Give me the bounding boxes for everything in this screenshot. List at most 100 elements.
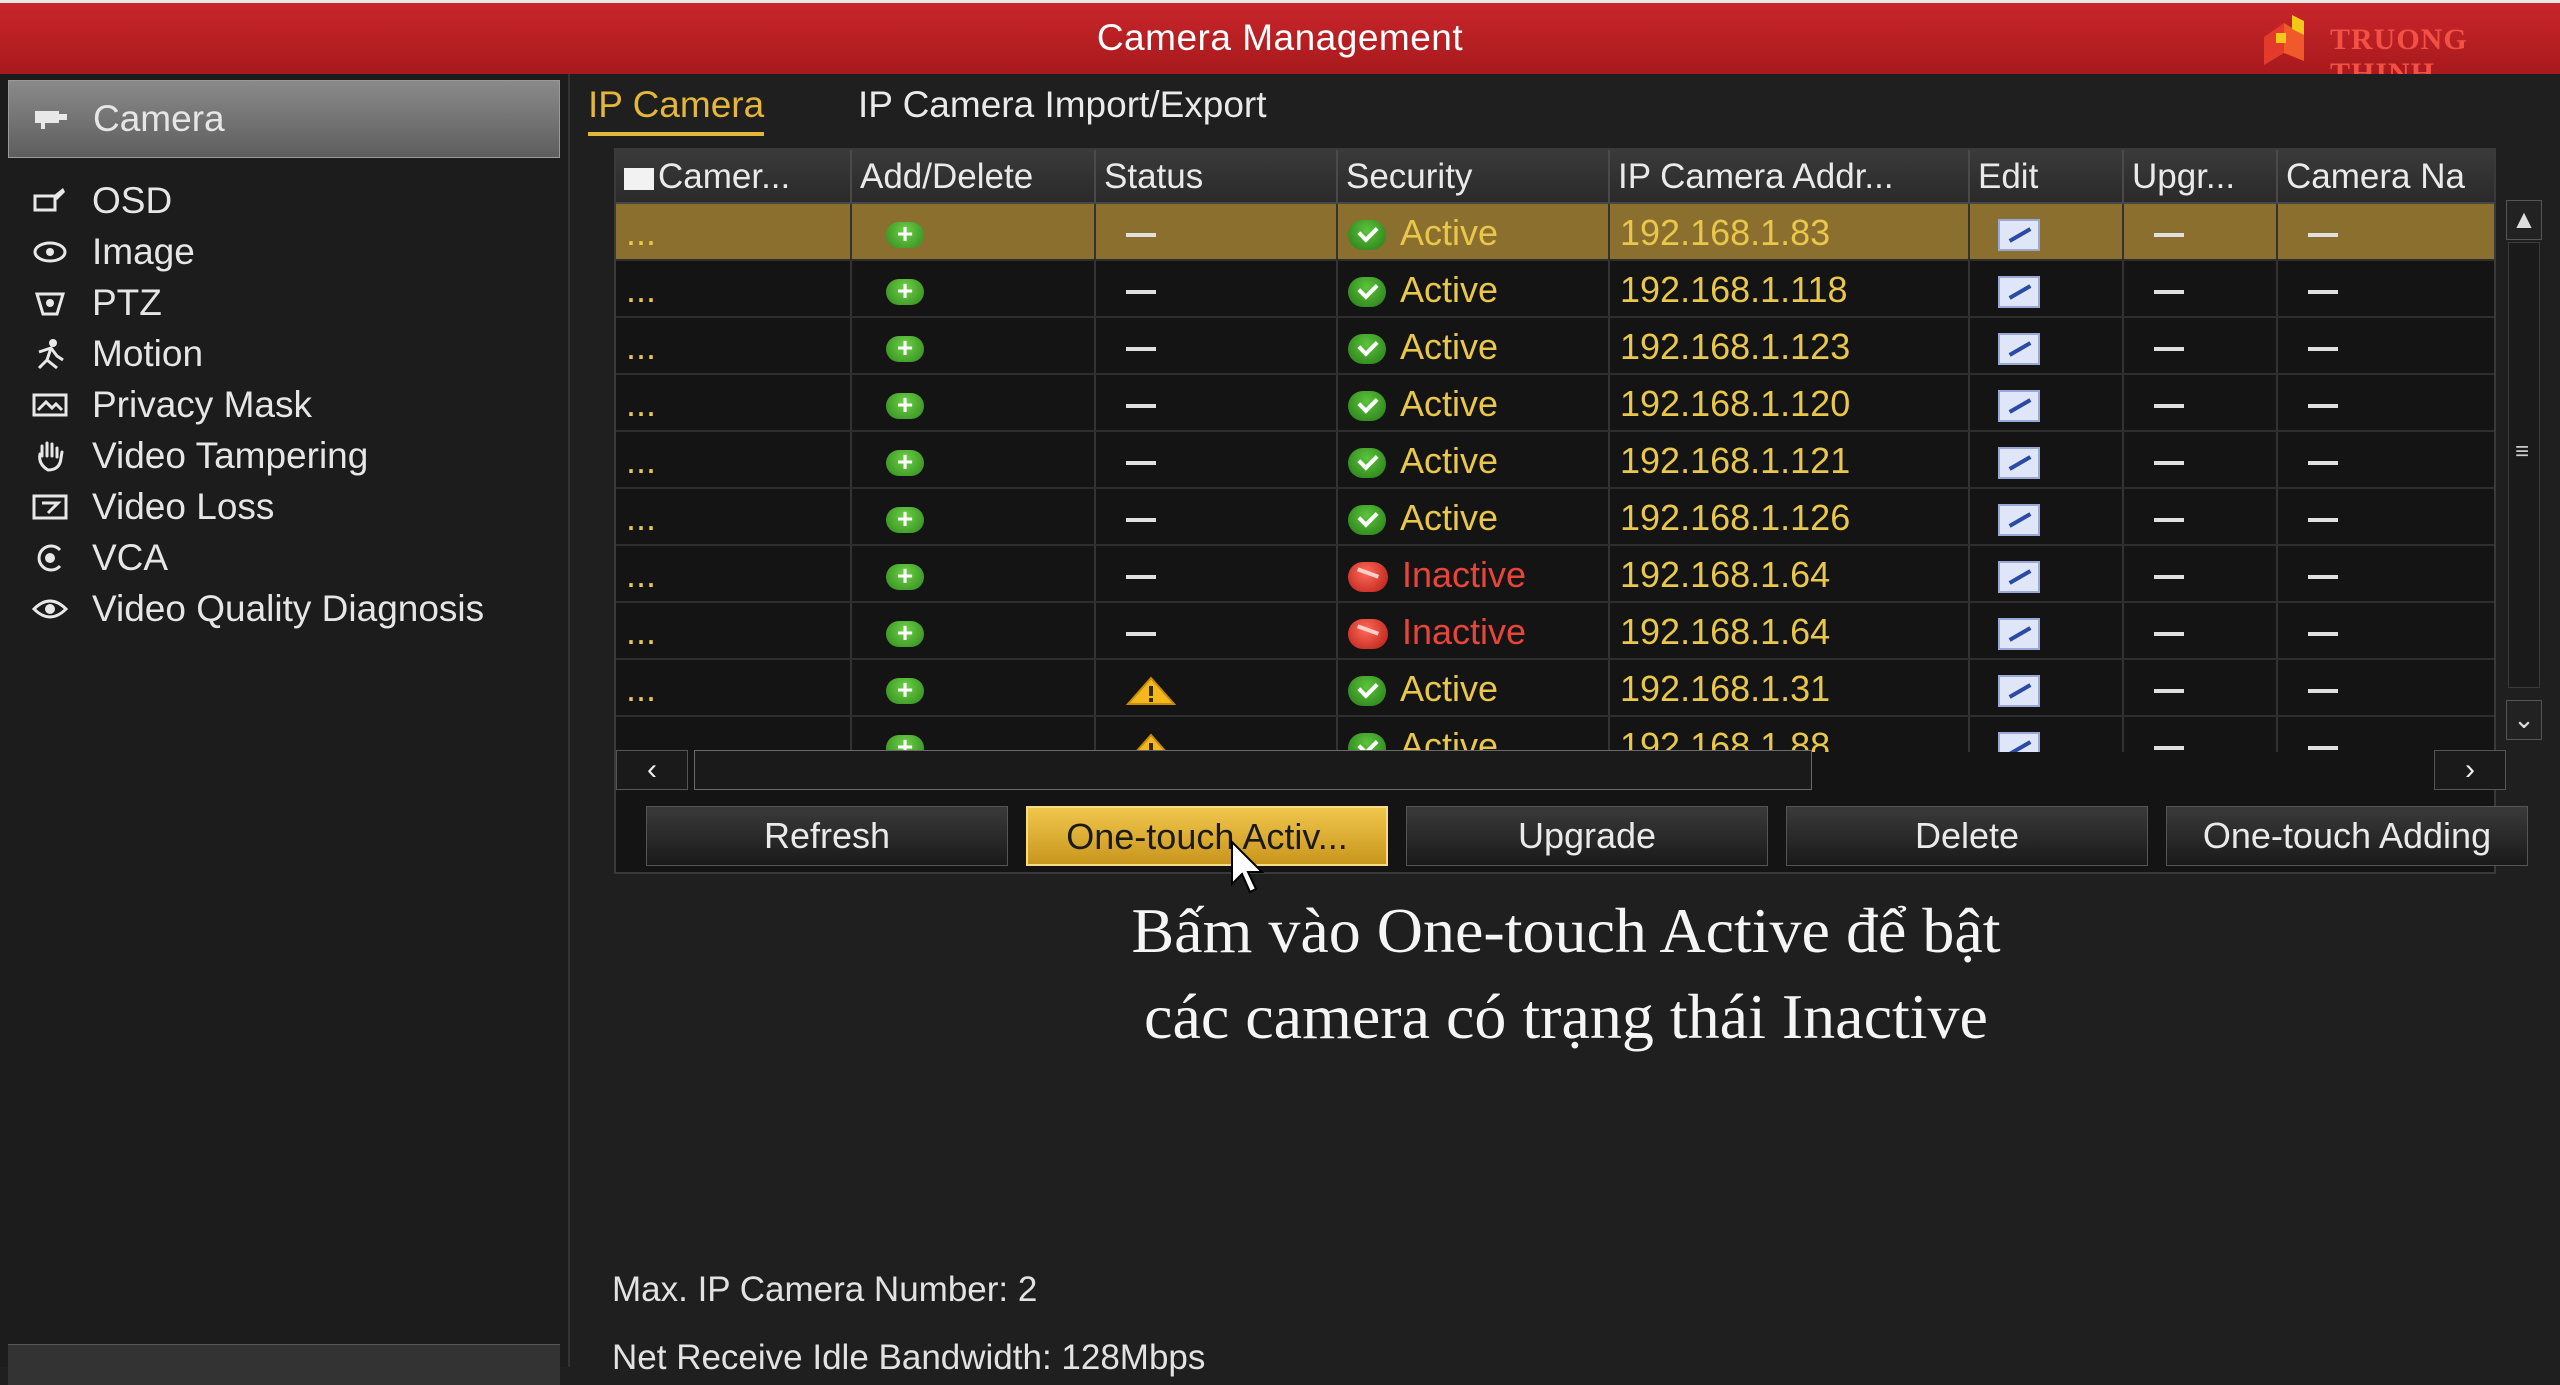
column-header-camera[interactable]: Camer... — [616, 150, 852, 202]
scroll-right-button[interactable]: › — [2434, 750, 2506, 790]
tab-ip-camera-import-export[interactable]: IP Camera Import/Export — [858, 84, 1267, 126]
table-row[interactable]: ... + Active 192.168.1.121 — [616, 432, 2494, 489]
camera-no-cell: ... — [616, 603, 852, 658]
camera-no-cell: ... — [616, 318, 852, 373]
status-cell — [1096, 603, 1338, 658]
edit-icon[interactable] — [1998, 390, 2040, 423]
add-icon[interactable]: + — [886, 220, 924, 249]
status-cell — [1096, 375, 1338, 430]
add-icon[interactable]: + — [886, 619, 924, 648]
security-cell: Inactive — [1338, 546, 1610, 601]
add-icon[interactable]: + — [886, 562, 924, 591]
mouse-pointer-icon — [1231, 840, 1265, 894]
table-row[interactable]: ... + Active 192.168.1.118 — [616, 261, 2494, 318]
column-header-upgrade[interactable]: Upgr... — [2124, 150, 2278, 202]
eye-icon — [30, 589, 70, 629]
table-body: ... + Active 192.168.1.83 ... + Active 1… — [616, 204, 2494, 752]
table-row[interactable]: ... + Inactive 192.168.1.64 — [616, 546, 2494, 603]
security-cell: Active — [1338, 261, 1610, 316]
camera-name-cell — [2278, 489, 2494, 544]
edit-icon[interactable] — [1998, 333, 2040, 366]
add-icon[interactable]: + — [886, 448, 924, 477]
column-header-status[interactable]: Status — [1096, 150, 1338, 202]
column-header-security[interactable]: Security — [1338, 150, 1610, 202]
camera-name-cell — [2278, 204, 2494, 259]
edit-icon[interactable] — [1998, 504, 2040, 537]
add-icon[interactable]: + — [886, 277, 924, 306]
camera-name-cell — [2278, 432, 2494, 487]
brand-logo: TRUONG THINH — [2252, 7, 2552, 90]
horizontal-scroll-thumb[interactable] — [694, 750, 1812, 790]
upgrade-cell — [2124, 318, 2278, 373]
add-delete-cell: + — [852, 432, 1096, 487]
dash-icon — [2154, 518, 2184, 523]
delete-button[interactable]: Delete — [1786, 806, 2148, 866]
edit-icon[interactable] — [1998, 561, 2040, 594]
scroll-left-button[interactable]: ‹ — [616, 750, 688, 790]
dash-icon — [2154, 404, 2184, 409]
add-icon[interactable]: + — [886, 334, 924, 363]
column-header-edit[interactable]: Edit — [1970, 150, 2124, 202]
edit-icon[interactable] — [1998, 675, 2040, 708]
edit-icon[interactable] — [1998, 618, 2040, 651]
add-icon[interactable]: + — [886, 676, 924, 705]
dash-icon — [1126, 233, 1156, 238]
table-row[interactable]: ... + Active 192.168.1.123 — [616, 318, 2494, 375]
add-delete-cell: + — [852, 660, 1096, 715]
select-all-checkbox[interactable] — [624, 167, 654, 190]
dash-icon — [2154, 290, 2184, 295]
one-touch-activate-button[interactable]: One-touch Activ... — [1026, 806, 1388, 866]
column-header-ip-address[interactable]: IP Camera Addr... — [1610, 150, 1970, 202]
dash-icon — [1126, 290, 1156, 295]
table-row[interactable]: ... + Inactive 192.168.1.64 — [616, 603, 2494, 660]
scroll-down-button[interactable]: ⌄ — [2506, 700, 2542, 740]
table-row[interactable]: ... + Active 192.168.1.88 — [616, 717, 2494, 752]
table-row[interactable]: ... + Active 192.168.1.83 — [616, 204, 2494, 261]
subtitle-line-1: Bấm vào One-touch Active để bật — [1131, 895, 2001, 966]
one-touch-adding-button[interactable]: One-touch Adding — [2166, 806, 2528, 866]
edit-icon[interactable] — [1998, 447, 2040, 480]
column-header-camera-name[interactable]: Camera Na — [2278, 150, 2494, 202]
security-cell: Inactive — [1338, 603, 1610, 658]
add-delete-cell: + — [852, 717, 1096, 752]
edit-icon[interactable] — [1998, 276, 2040, 309]
vertical-scrollbar[interactable]: ▲ ≡ ⌄ — [2506, 200, 2542, 748]
scroll-grip-icon[interactable]: ≡ — [2515, 438, 2529, 466]
dash-icon — [1126, 404, 1156, 409]
camera-name-cell — [2278, 603, 2494, 658]
ip-address-cell: 192.168.1.64 — [1610, 546, 1970, 601]
edit-cell — [1970, 660, 2124, 715]
window-title: Camera Management — [1096, 17, 1464, 58]
sidebar-bottom-bar[interactable] — [8, 1344, 560, 1385]
security-cell: Active — [1338, 318, 1610, 373]
camera-name-cell — [2278, 546, 2494, 601]
add-delete-cell: + — [852, 603, 1096, 658]
column-header-add-delete[interactable]: Add/Delete — [852, 150, 1096, 202]
add-icon[interactable]: + — [886, 391, 924, 420]
table-row[interactable]: ... + Active 192.168.1.120 — [616, 375, 2494, 432]
sidebar-item-video-quality-diagnosis[interactable]: Video Quality Diagnosis — [8, 570, 560, 648]
table-row[interactable]: ... + Active 192.168.1.31 — [616, 660, 2494, 717]
table-row[interactable]: ... + Active 192.168.1.126 — [616, 489, 2494, 546]
ip-address-cell: 192.168.1.120 — [1610, 375, 1970, 430]
status-cell — [1096, 432, 1338, 487]
add-icon[interactable]: + — [886, 505, 924, 534]
camera-name-cell — [2278, 660, 2494, 715]
edit-cell — [1970, 489, 2124, 544]
tab-ip-camera[interactable]: IP Camera — [588, 84, 765, 136]
upgrade-button[interactable]: Upgrade — [1406, 806, 1768, 866]
add-delete-cell: + — [852, 261, 1096, 316]
dash-icon — [2154, 233, 2184, 238]
scroll-up-button[interactable]: ▲ — [2506, 200, 2542, 240]
check-icon — [1348, 505, 1386, 536]
dash-icon — [2154, 461, 2184, 466]
refresh-button[interactable]: Refresh — [646, 806, 1008, 866]
horizontal-scrollbar[interactable]: ‹ › — [616, 750, 2506, 794]
sidebar-item-camera[interactable]: Camera — [8, 80, 560, 158]
security-cell: Active — [1338, 204, 1610, 259]
edit-icon[interactable] — [1998, 219, 2040, 252]
dash-icon — [2308, 689, 2338, 694]
camera-name-cell — [2278, 717, 2494, 752]
scroll-track[interactable]: ≡ — [2508, 242, 2540, 688]
add-delete-cell: + — [852, 318, 1096, 373]
